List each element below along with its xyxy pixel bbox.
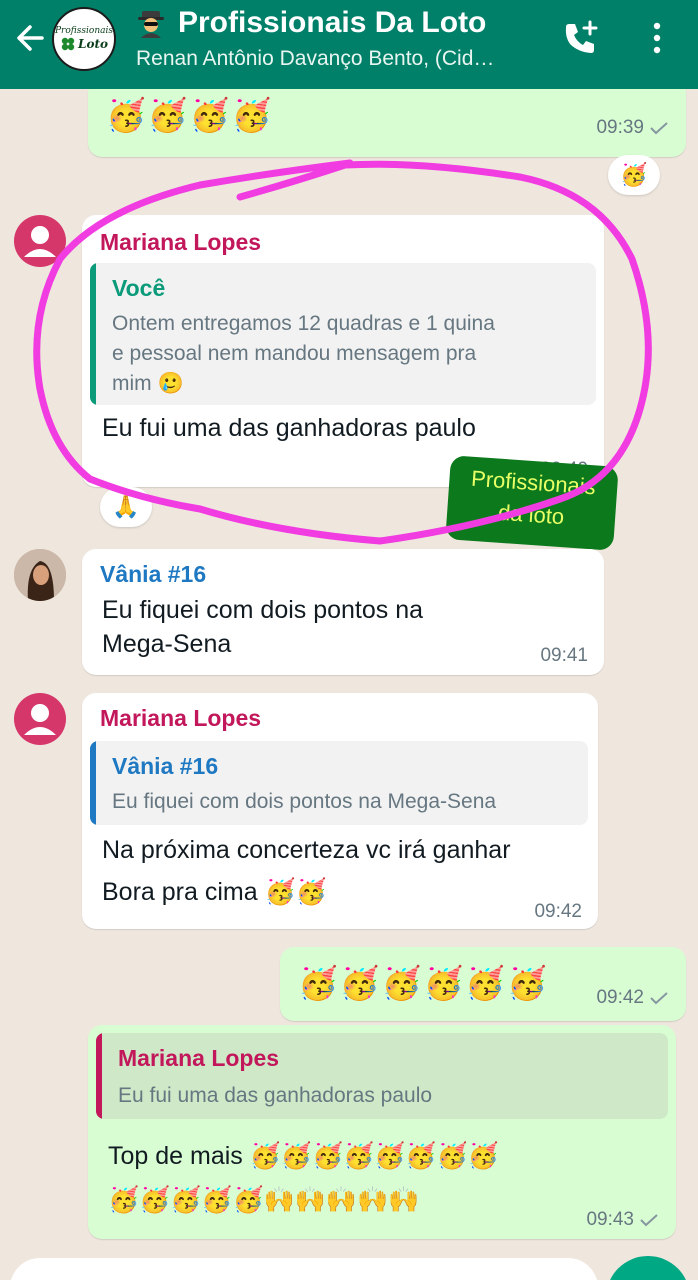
person-icon <box>24 704 56 735</box>
message-text: Eu fiquei com dois pontos na <box>102 596 424 624</box>
group-avatar[interactable]: Profissionais Loto <box>52 7 116 71</box>
chat-subtitle: Renan Antônio Davanço Bento, (Cid… <box>136 47 495 70</box>
quote-author: Vânia #16 <box>112 753 219 779</box>
message-text: Mega-Sena <box>102 630 232 658</box>
sent-tick-icon <box>650 122 668 135</box>
quote-author: Você <box>112 275 166 301</box>
logo-small-text: Profissionais <box>55 25 113 36</box>
quote-text-line: Ontem entregamos 12 quadras e 1 quina <box>112 312 495 335</box>
avatar[interactable] <box>14 693 66 745</box>
more-vertical-icon[interactable] <box>644 20 670 56</box>
message-time: 09:43 <box>586 1209 660 1231</box>
message-text: Bora pra cima 🥳🥳 <box>102 878 327 906</box>
quoted-message[interactable]: Vânia #16 Eu fiquei com dois pontos na M… <box>90 741 588 825</box>
chat-header: Profissionais Loto Profissionais Da Loto… <box>0 0 698 89</box>
message-text: Eu fui uma das ganhadoras paulo <box>102 414 476 442</box>
message-bubble[interactable]: Mariana Lopes Vânia #16 Eu fiquei com do… <box>82 693 598 929</box>
message-bubble[interactable]: Mariana Lopes Você Ontem entregamos 12 q… <box>82 215 604 487</box>
message-time: 09:42 <box>534 901 582 922</box>
chat-area[interactable]: 🥳🥳🥳🥳 09:39 🥳 Mariana Lopes Você Ontem en… <box>0 89 698 1280</box>
title-row[interactable]: Profissionais Da Loto <box>136 4 486 42</box>
quote-text-line: Eu fui uma das ganhadoras paulo <box>118 1084 433 1107</box>
sender-name: Vânia #16 <box>100 561 207 587</box>
chat-title: Profissionais Da Loto <box>178 6 487 39</box>
profile-photo <box>14 549 66 601</box>
person-icon <box>24 226 56 257</box>
promo-sticker: Profissionais da loto <box>445 455 619 551</box>
sender-name: Mariana Lopes <box>100 705 262 731</box>
arrow-left-icon[interactable] <box>12 18 48 58</box>
message-bubble[interactable]: Vânia #16 Eu fiquei com dois pontos na M… <box>82 549 604 675</box>
message-bubble[interactable]: 🥳🥳🥳🥳🥳🥳 09:42 <box>280 947 686 1021</box>
message-text: Na próxima concerteza vc irá ganhar <box>102 836 511 864</box>
message-time: 09:39 <box>596 117 670 139</box>
message-text: Top de mais 🥳🥳🥳🥳🥳🥳🥳🥳 <box>108 1142 499 1170</box>
avatar[interactable] <box>14 215 66 267</box>
sent-tick-icon <box>640 1214 658 1227</box>
sender-name: Mariana Lopes <box>100 229 262 255</box>
avatar[interactable] <box>14 549 66 601</box>
quoted-message[interactable]: Você Ontem entregamos 12 quadras e 1 qui… <box>90 263 596 405</box>
message-time: 09:41 <box>540 645 588 666</box>
quoted-message[interactable]: Mariana Lopes Eu fui uma das ganhadoras … <box>96 1033 668 1119</box>
reaction-badge[interactable]: 🙏 <box>100 487 152 527</box>
sent-tick-icon <box>650 992 668 1005</box>
message-bubble[interactable]: 🥳🥳🥳🥳 09:39 <box>88 89 686 157</box>
detective-icon <box>138 11 164 38</box>
clover-icon <box>61 37 75 50</box>
message-bubble[interactable]: Mariana Lopes Eu fui uma das ganhadoras … <box>88 1025 676 1239</box>
message-text: 🥳🥳🥳🥳🥳🥳 <box>298 965 550 1001</box>
add-call-icon[interactable] <box>560 18 600 58</box>
message-time: 09:42 <box>596 987 670 1009</box>
quote-text-line: e pessoal nem mandou mensagem pra <box>112 342 477 365</box>
quote-author: Mariana Lopes <box>118 1045 280 1071</box>
message-text: 🥳🥳🥳🥳🥳🙌🙌🙌🙌🙌 <box>108 1186 420 1214</box>
message-input[interactable] <box>10 1258 598 1280</box>
quote-text-line: Eu fiquei com dois pontos na Mega-Sena <box>112 790 497 813</box>
message-text: 🥳🥳🥳🥳 <box>106 97 274 133</box>
quote-text-line: mim 🥲 <box>112 372 184 395</box>
reaction-badge[interactable]: 🥳 <box>608 155 660 195</box>
logo-big-text: Loto <box>78 36 108 51</box>
